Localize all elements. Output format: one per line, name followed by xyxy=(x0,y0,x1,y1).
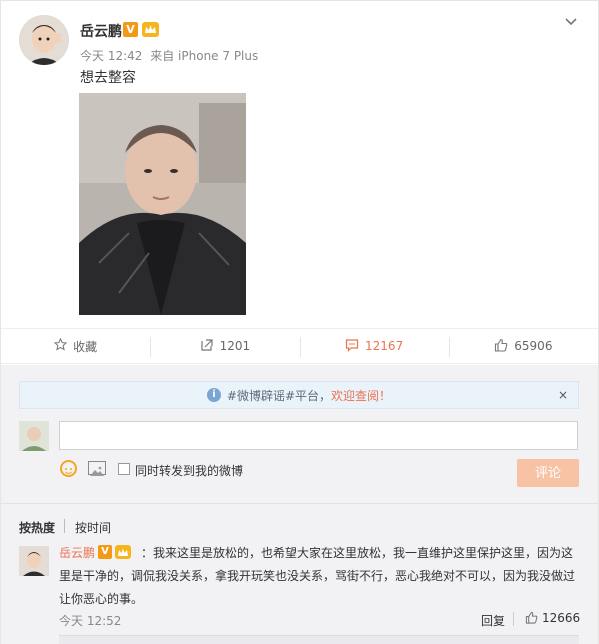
image-icon[interactable] xyxy=(88,461,106,476)
vip-crown-icon xyxy=(142,22,159,37)
comment-list-item: ：我来这里是放松的，也希望大家在这里放松，我一直维护这里保护这里，因为这里是干净… xyxy=(59,542,581,611)
comment-time: 今天 12:52 xyxy=(59,614,122,628)
weibo-post-card: 岳云鹏 V 今天 12:42 来自 iPhone 7 Plus 想去整容 收藏 … xyxy=(0,0,599,644)
comment-like-button[interactable]: 12666 xyxy=(525,611,580,625)
comment-author-avatar[interactable] xyxy=(19,546,49,576)
verified-badge-icon: V xyxy=(123,22,138,37)
comment-vip-crown-icon xyxy=(115,545,131,559)
comment-actions-divider xyxy=(513,612,514,626)
favorite-button[interactable]: 收藏 xyxy=(1,329,150,363)
share-button[interactable]: 1201 xyxy=(150,329,299,363)
author-avatar[interactable] xyxy=(19,15,69,65)
submit-comment-button[interactable]: 评论 xyxy=(517,459,579,487)
info-icon: i xyxy=(206,388,221,402)
like-count: 65906 xyxy=(514,339,553,353)
author-name[interactable]: 岳云鹏 xyxy=(80,21,122,41)
notice-link[interactable]: 欢迎查阅！ xyxy=(331,387,391,404)
post-time[interactable]: 今天 12:42 xyxy=(80,49,142,63)
post-source: 来自 iPhone 7 Plus xyxy=(150,49,259,63)
sort-by-hot-tab[interactable]: 按热度 xyxy=(19,519,55,536)
comment-input[interactable] xyxy=(59,421,578,450)
forward-checkbox[interactable] xyxy=(118,463,130,475)
comment-author-name[interactable]: 岳云鹏 xyxy=(59,544,95,561)
post-action-bar: 收藏 1201 12167 65906 xyxy=(1,328,598,364)
post-meta: 今天 12:42 来自 iPhone 7 Plus xyxy=(80,47,262,64)
rumor-notice-bar: i #微博辟谣#平台， 欢迎查阅！ × xyxy=(19,381,579,409)
thumbs-up-icon xyxy=(525,611,538,624)
comment-like-count: 12666 xyxy=(542,611,581,625)
like-button[interactable]: 65906 xyxy=(448,329,598,363)
star-icon xyxy=(53,337,68,354)
sort-by-time-tab[interactable]: 按时间 xyxy=(75,519,111,536)
comment-button[interactable]: 12167 xyxy=(299,329,449,363)
share-icon xyxy=(200,338,214,355)
comment-count: 12167 xyxy=(365,339,404,353)
chevron-down-icon[interactable] xyxy=(563,13,581,31)
comment-sort-bar: 按热度 按时间 xyxy=(1,503,598,543)
close-icon[interactable]: × xyxy=(558,388,568,402)
comment-panel: i #微博辟谣#平台， 欢迎查阅！ × 同时转发到我的微博 评论 按热度 按时间… xyxy=(1,365,598,644)
favorite-label: 收藏 xyxy=(73,339,98,354)
comment-verified-badge-icon: V xyxy=(98,545,112,559)
comment-icon xyxy=(345,338,359,355)
post-text: 想去整容 xyxy=(80,70,136,86)
emoji-icon[interactable] xyxy=(60,460,77,477)
sort-divider xyxy=(64,519,65,533)
reply-preview-strip xyxy=(59,635,579,644)
post-photo[interactable] xyxy=(79,93,246,315)
forward-label: 同时转发到我的微博 xyxy=(135,464,244,478)
reply-button[interactable]: 回复 xyxy=(481,612,505,629)
notice-text: #微博辟谣#平台， xyxy=(226,388,332,403)
thumbs-up-icon xyxy=(494,338,508,355)
my-avatar xyxy=(19,421,49,451)
comment-body: ：我来这里是放松的，也希望大家在这里放松，我一直维护这里保护这里，因为这里是干净… xyxy=(59,546,576,606)
share-count: 1201 xyxy=(219,339,251,353)
